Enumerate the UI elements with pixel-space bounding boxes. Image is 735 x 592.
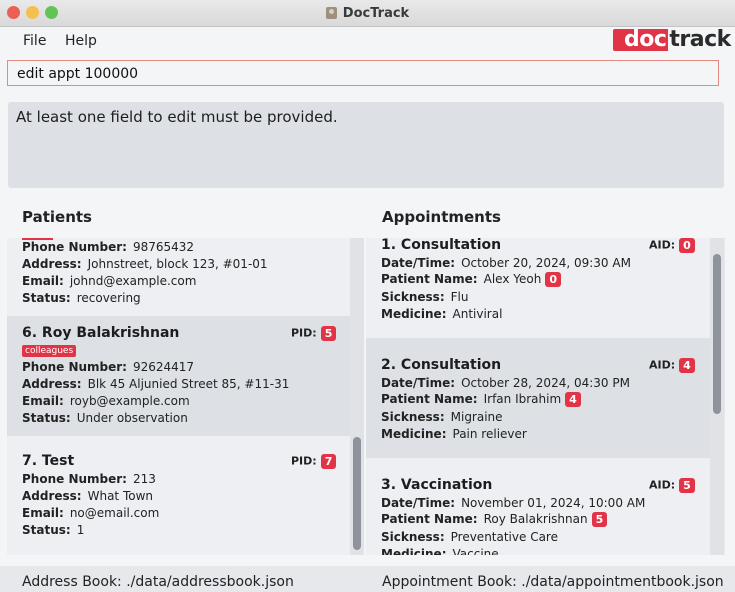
aid-badge: 4 bbox=[679, 358, 695, 373]
appointment-patient: Roy Balakrishnan bbox=[483, 512, 588, 526]
patient-email: royb@example.com bbox=[69, 394, 190, 408]
patient-card[interactable]: 7. Test PID: 7 Phone Number: 213 Address: W… bbox=[7, 436, 350, 555]
patient-address-row: Address: What Town bbox=[22, 489, 154, 503]
appointment-patient: Irfan Ibrahim bbox=[483, 392, 562, 406]
appointment-medicine-row: Medicine: Vaccine bbox=[381, 547, 499, 555]
app-icon bbox=[325, 7, 337, 19]
patient-address: Johnstreet, block 123, #01-01 bbox=[87, 257, 268, 271]
patient-status-row: Status: recovering bbox=[22, 291, 141, 305]
patient-phone: 92624417 bbox=[132, 360, 195, 374]
patient-list[interactable]: Phone Number: 98765432 Address: Johnstreet… bbox=[7, 238, 364, 555]
minimize-window-button[interactable] bbox=[26, 6, 39, 19]
appointment-list[interactable]: 1. Consultation AID: 0 Date/Time: October … bbox=[366, 238, 725, 555]
maximize-window-button[interactable] bbox=[45, 6, 58, 19]
appointment-patient-row: Patient Name: Irfan Ibrahim 4 bbox=[381, 392, 581, 407]
patient-name: 6. Roy Balakrishnan bbox=[22, 325, 180, 341]
window-title: DocTrack bbox=[342, 5, 410, 21]
patient-scrollbar[interactable] bbox=[350, 238, 364, 555]
status-bar: Address Book: ./data/addressbook.json Ap… bbox=[0, 566, 735, 592]
patient-email-row: Email: no@email.com bbox=[22, 506, 160, 520]
patient-email: johnd@example.com bbox=[69, 274, 197, 288]
patient-id-badge: 4 bbox=[565, 392, 581, 407]
appointment-id: AID: 4 bbox=[649, 358, 695, 373]
doctrack-logo: doc track bbox=[613, 29, 731, 51]
appointment-medicine: Vaccine bbox=[452, 547, 499, 555]
appointment-sickness-row: Sickness: Preventative Care bbox=[381, 530, 558, 544]
patient-address-row: Address: Johnstreet, block 123, #01-01 bbox=[22, 257, 268, 271]
appointment-sickness: Flu bbox=[450, 290, 469, 304]
patient-tag: colleagues bbox=[22, 345, 77, 357]
patient-card[interactable]: Phone Number: 98765432 Address: Johnstreet… bbox=[7, 238, 350, 316]
patient-address: What Town bbox=[87, 489, 154, 503]
pid-badge: 5 bbox=[320, 326, 337, 341]
address-book-path: Address Book: ./data/addressbook.json bbox=[22, 574, 294, 590]
patient-phone-row: Phone Number: 92624417 bbox=[22, 360, 195, 374]
appointment-sickness-row: Sickness: Flu bbox=[381, 290, 469, 304]
appointment-datetime-row: Date/Time: October 28, 2024, 04:30 PM bbox=[381, 376, 630, 390]
patient-scroll-thumb[interactable] bbox=[353, 437, 361, 550]
patient-email-row: Email: johnd@example.com bbox=[22, 274, 197, 288]
patient-status-row: Status: Under observation bbox=[22, 411, 188, 425]
close-window-button[interactable] bbox=[7, 6, 20, 19]
patient-card[interactable]: 6. Roy Balakrishnan PID: 5 colleagues Pho… bbox=[7, 316, 350, 436]
patient-phone-row: Phone Number: 213 bbox=[22, 472, 156, 486]
patient-id: PID: 7 bbox=[291, 454, 337, 469]
appointment-card[interactable]: 1. Consultation AID: 0 Date/Time: October … bbox=[366, 238, 710, 338]
patient-phone: 98765432 bbox=[132, 240, 195, 254]
patient-id: PID: 5 bbox=[291, 326, 337, 341]
appointment-title: 3. Vaccination bbox=[381, 477, 493, 493]
patient-phone-row: Phone Number: 98765432 bbox=[22, 240, 195, 254]
patient-phone: 213 bbox=[132, 472, 156, 486]
appointment-medicine: Pain reliever bbox=[452, 427, 527, 441]
appointment-patient-row: Patient Name: Alex Yeoh 0 bbox=[381, 272, 561, 287]
appointment-sickness-row: Sickness: Migraine bbox=[381, 410, 503, 424]
menu-file[interactable]: File bbox=[23, 33, 46, 49]
appointment-patient-row: Patient Name: Roy Balakrishnan 5 bbox=[381, 512, 608, 527]
appointment-scroll-thumb[interactable] bbox=[713, 254, 721, 414]
aid-badge: 0 bbox=[679, 238, 695, 253]
appointment-patient: Alex Yeoh bbox=[483, 272, 542, 286]
patient-name: 7. Test bbox=[22, 453, 75, 469]
appointment-medicine-row: Medicine: Pain reliever bbox=[381, 427, 527, 441]
appointment-datetime-row: Date/Time: October 20, 2024, 09:30 AM bbox=[381, 256, 631, 270]
logo-part-doc: doc bbox=[613, 29, 669, 51]
aid-badge: 5 bbox=[679, 478, 695, 493]
patient-address-row: Address: Blk 45 Aljunied Street 85, #11-3… bbox=[22, 377, 290, 391]
patient-id-badge: 5 bbox=[591, 512, 608, 527]
title-bar: DocTrack bbox=[0, 0, 735, 27]
patient-email: no@email.com bbox=[69, 506, 160, 520]
appointment-card[interactable]: 2. Consultation AID: 4 Date/Time: October … bbox=[366, 338, 710, 458]
appointment-datetime-row: Date/Time: November 01, 2024, 10:00 AM bbox=[381, 496, 646, 510]
appointment-book-path: Appointment Book: ./data/appointmentbook… bbox=[382, 574, 724, 590]
patient-status: Under observation bbox=[76, 411, 188, 425]
menu-help[interactable]: Help bbox=[65, 33, 97, 49]
appointment-id: AID: 5 bbox=[649, 478, 695, 493]
patient-email-row: Email: royb@example.com bbox=[22, 394, 190, 408]
patient-status: 1 bbox=[76, 523, 85, 537]
command-input[interactable]: edit appt 100000 bbox=[7, 60, 719, 86]
appointments-panel-title: Appointments bbox=[382, 208, 501, 226]
logo-part-track: track bbox=[669, 27, 731, 52]
appointment-card[interactable]: 3. Vaccination AID: 5 Date/Time: November … bbox=[366, 458, 710, 555]
appointment-medicine: Antiviral bbox=[452, 307, 503, 321]
appointment-scrollbar[interactable] bbox=[710, 238, 724, 555]
patient-address: Blk 45 Aljunied Street 85, #11-31 bbox=[87, 377, 290, 391]
appointment-datetime: October 20, 2024, 09:30 AM bbox=[461, 256, 631, 270]
appointment-datetime: November 01, 2024, 10:00 AM bbox=[461, 496, 646, 510]
appointment-datetime: October 28, 2024, 04:30 PM bbox=[461, 376, 630, 390]
appointment-sickness: Preventative Care bbox=[450, 530, 558, 544]
patients-panel-title: Patients bbox=[22, 208, 92, 226]
appointment-title: 1. Consultation bbox=[381, 238, 502, 253]
appointment-id: AID: 0 bbox=[649, 238, 695, 253]
patient-id-badge: 0 bbox=[545, 272, 561, 287]
appointment-medicine-row: Medicine: Antiviral bbox=[381, 307, 503, 321]
appointment-sickness: Migraine bbox=[450, 410, 503, 424]
result-display: At least one field to edit must be provi… bbox=[8, 102, 724, 188]
patient-status: recovering bbox=[76, 291, 141, 305]
appointment-title: 2. Consultation bbox=[381, 357, 502, 373]
pid-badge: 7 bbox=[320, 454, 337, 469]
patient-status-row: Status: 1 bbox=[22, 523, 85, 537]
